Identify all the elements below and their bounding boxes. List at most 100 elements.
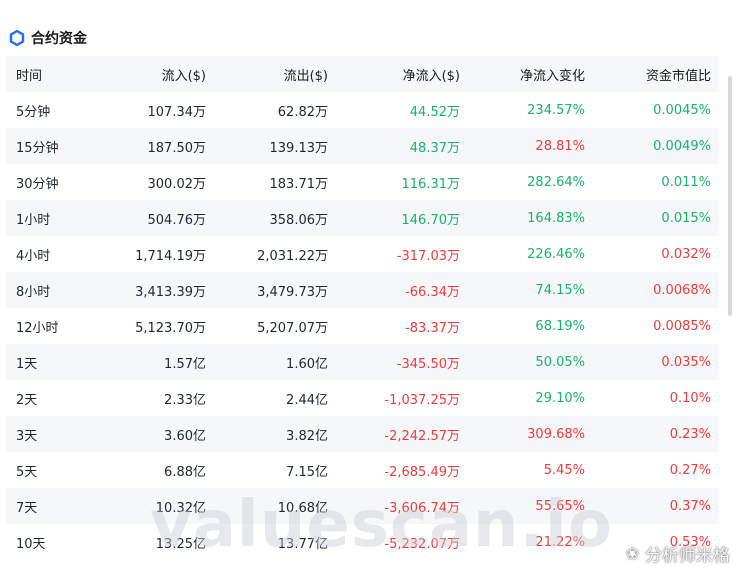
row-net-inflow: -345.50万 (396, 356, 460, 372)
row-outflow: 5,207.07万 (257, 320, 328, 336)
row-outflow: 1.60亿 (286, 356, 328, 372)
panel-title: 合约资金 (31, 31, 87, 47)
table-row[interactable]: 8小时 3,413.39万 3,479.73万 -66.34万 74.15% 0.0068… (6, 272, 719, 308)
row-net-change: 50.05% (535, 354, 585, 370)
row-period: 10天 (16, 536, 46, 552)
row-inflow: 13.25亿 (155, 536, 206, 552)
header-net-inflow[interactable]: 净流入($) (403, 65, 460, 84)
row-inflow: 6.88亿 (164, 464, 206, 480)
row-inflow: 3.60亿 (164, 428, 206, 444)
header-net-change[interactable]: 净流入变化 (520, 65, 585, 84)
fund-flow-table: 时间 流入($) 流出($) 净流入($) 净流入变化 资金市值比 5分钟 107… (6, 56, 719, 560)
row-net-change: 21.22% (535, 534, 585, 550)
row-fund-mcap-ratio: 0.37% (669, 498, 711, 514)
table-row[interactable]: 5天 6.88亿 7.15亿 -2,685.49万 5.45% 0.27% (6, 452, 719, 488)
row-fund-mcap-ratio: 0.035% (661, 354, 711, 370)
row-net-inflow: -83.37万 (405, 320, 460, 336)
row-net-change: 282.64% (527, 174, 585, 190)
header-outflow[interactable]: 流出($) (284, 65, 328, 84)
row-fund-mcap-ratio: 0.0085% (653, 318, 711, 334)
row-net-inflow: -2,242.57万 (384, 428, 460, 444)
header-inflow[interactable]: 流入($) (162, 65, 206, 84)
table-row[interactable]: 12小时 5,123.70万 5,207.07万 -83.37万 68.19% 0.008… (6, 308, 719, 344)
row-outflow: 2,031.22万 (257, 248, 328, 264)
row-inflow: 300.02万 (147, 176, 207, 192)
row-outflow: 3,479.73万 (257, 284, 328, 300)
row-inflow: 504.76万 (147, 212, 207, 228)
row-outflow: 139.13万 (269, 140, 329, 156)
row-net-inflow: -1,037.25万 (384, 392, 460, 408)
header-time[interactable]: 时间 (16, 65, 42, 84)
row-net-change: 226.46% (527, 246, 585, 262)
row-outflow: 358.06万 (269, 212, 329, 228)
row-period: 5天 (16, 464, 38, 480)
row-net-change: 55.65% (535, 498, 585, 514)
row-net-change: 234.57% (527, 102, 585, 118)
row-outflow: 62.82万 (277, 104, 328, 120)
table-row[interactable]: 3天 3.60亿 3.82亿 -2,242.57万 309.68% 0.23% (6, 416, 719, 452)
row-net-inflow: -66.34万 (405, 284, 460, 300)
row-period: 8小时 (16, 284, 51, 300)
row-inflow: 1,714.19万 (135, 248, 206, 264)
row-period: 15分钟 (16, 140, 59, 156)
row-fund-mcap-ratio: 0.10% (669, 390, 711, 406)
row-outflow: 183.71万 (269, 176, 329, 192)
row-net-change: 5.45% (543, 462, 585, 478)
row-period: 1小时 (16, 212, 51, 228)
row-net-change: 309.68% (527, 426, 585, 442)
row-inflow: 1.57亿 (164, 356, 206, 372)
row-net-inflow: -3,606.74万 (384, 500, 460, 516)
row-inflow: 107.34万 (147, 104, 207, 120)
table-row[interactable]: 1天 1.57亿 1.60亿 -345.50万 50.05% 0.035% (6, 344, 719, 380)
row-fund-mcap-ratio: 0.032% (661, 246, 711, 262)
row-net-inflow: 116.31万 (401, 176, 461, 192)
hexagon-logo-icon (9, 30, 25, 46)
row-net-inflow: 44.52万 (409, 104, 460, 120)
row-net-change: 68.19% (535, 318, 585, 334)
table-scrollbar[interactable] (728, 76, 732, 316)
row-inflow: 10.32亿 (155, 500, 206, 516)
wechat-icon: ❀ (625, 544, 639, 563)
row-net-inflow: 146.70万 (401, 212, 461, 228)
row-net-inflow: 48.37万 (409, 140, 460, 156)
row-fund-mcap-ratio: 0.0068% (653, 282, 711, 298)
table-row[interactable]: 10天 13.25亿 13.77亿 -5,232.07万 21.22% 0.53% (6, 524, 719, 560)
row-period: 30分钟 (16, 176, 59, 192)
row-fund-mcap-ratio: 0.27% (669, 462, 711, 478)
row-fund-mcap-ratio: 0.011% (661, 174, 711, 190)
table-row[interactable]: 2天 2.33亿 2.44亿 -1,037.25万 29.10% 0.10% (6, 380, 719, 416)
panel-header: 合约资金 (9, 27, 87, 49)
table-row[interactable]: 5分钟 107.34万 62.82万 44.52万 234.57% 0.0045% (6, 92, 719, 128)
row-net-change: 164.83% (527, 210, 585, 226)
row-fund-mcap-ratio: 0.0049% (653, 138, 711, 154)
row-outflow: 10.68亿 (277, 500, 328, 516)
row-outflow: 7.15亿 (286, 464, 328, 480)
table-row[interactable]: 30分钟 300.02万 183.71万 116.31万 282.64% 0.011% (6, 164, 719, 200)
header-fund-mcap-ratio[interactable]: 资金市值比 (646, 65, 711, 84)
row-outflow: 13.77亿 (277, 536, 328, 552)
row-outflow: 3.82亿 (286, 428, 328, 444)
row-net-change: 29.10% (535, 390, 585, 406)
author-credit: ❀ 分析师米格 (626, 541, 730, 566)
row-period: 4小时 (16, 248, 51, 264)
author-name: 分析师米格 (645, 546, 730, 566)
table-row[interactable]: 1小时 504.76万 358.06万 146.70万 164.83% 0.015% (6, 200, 719, 236)
row-period: 7天 (16, 500, 38, 516)
row-period: 2天 (16, 392, 38, 408)
table-row[interactable]: 4小时 1,714.19万 2,031.22万 -317.03万 226.46% 0.03… (6, 236, 719, 272)
row-period: 5分钟 (16, 104, 51, 120)
row-fund-mcap-ratio: 0.23% (669, 426, 711, 442)
row-fund-mcap-ratio: 0.015% (661, 210, 711, 226)
row-fund-mcap-ratio: 0.0045% (653, 102, 711, 118)
row-inflow: 2.33亿 (164, 392, 206, 408)
row-inflow: 5,123.70万 (135, 320, 206, 336)
row-inflow: 3,413.39万 (135, 284, 206, 300)
row-net-inflow: -2,685.49万 (384, 464, 460, 480)
table-row[interactable]: 7天 10.32亿 10.68亿 -3,606.74万 55.65% 0.37% (6, 488, 719, 524)
table-row[interactable]: 15分钟 187.50万 139.13万 48.37万 28.81% 0.0049% (6, 128, 719, 164)
table-header-row: 时间 流入($) 流出($) 净流入($) 净流入变化 资金市值比 (6, 56, 719, 92)
row-period: 3天 (16, 428, 38, 444)
row-net-inflow: -5,232.07万 (384, 536, 460, 552)
row-inflow: 187.50万 (147, 140, 207, 156)
row-period: 1天 (16, 356, 38, 372)
